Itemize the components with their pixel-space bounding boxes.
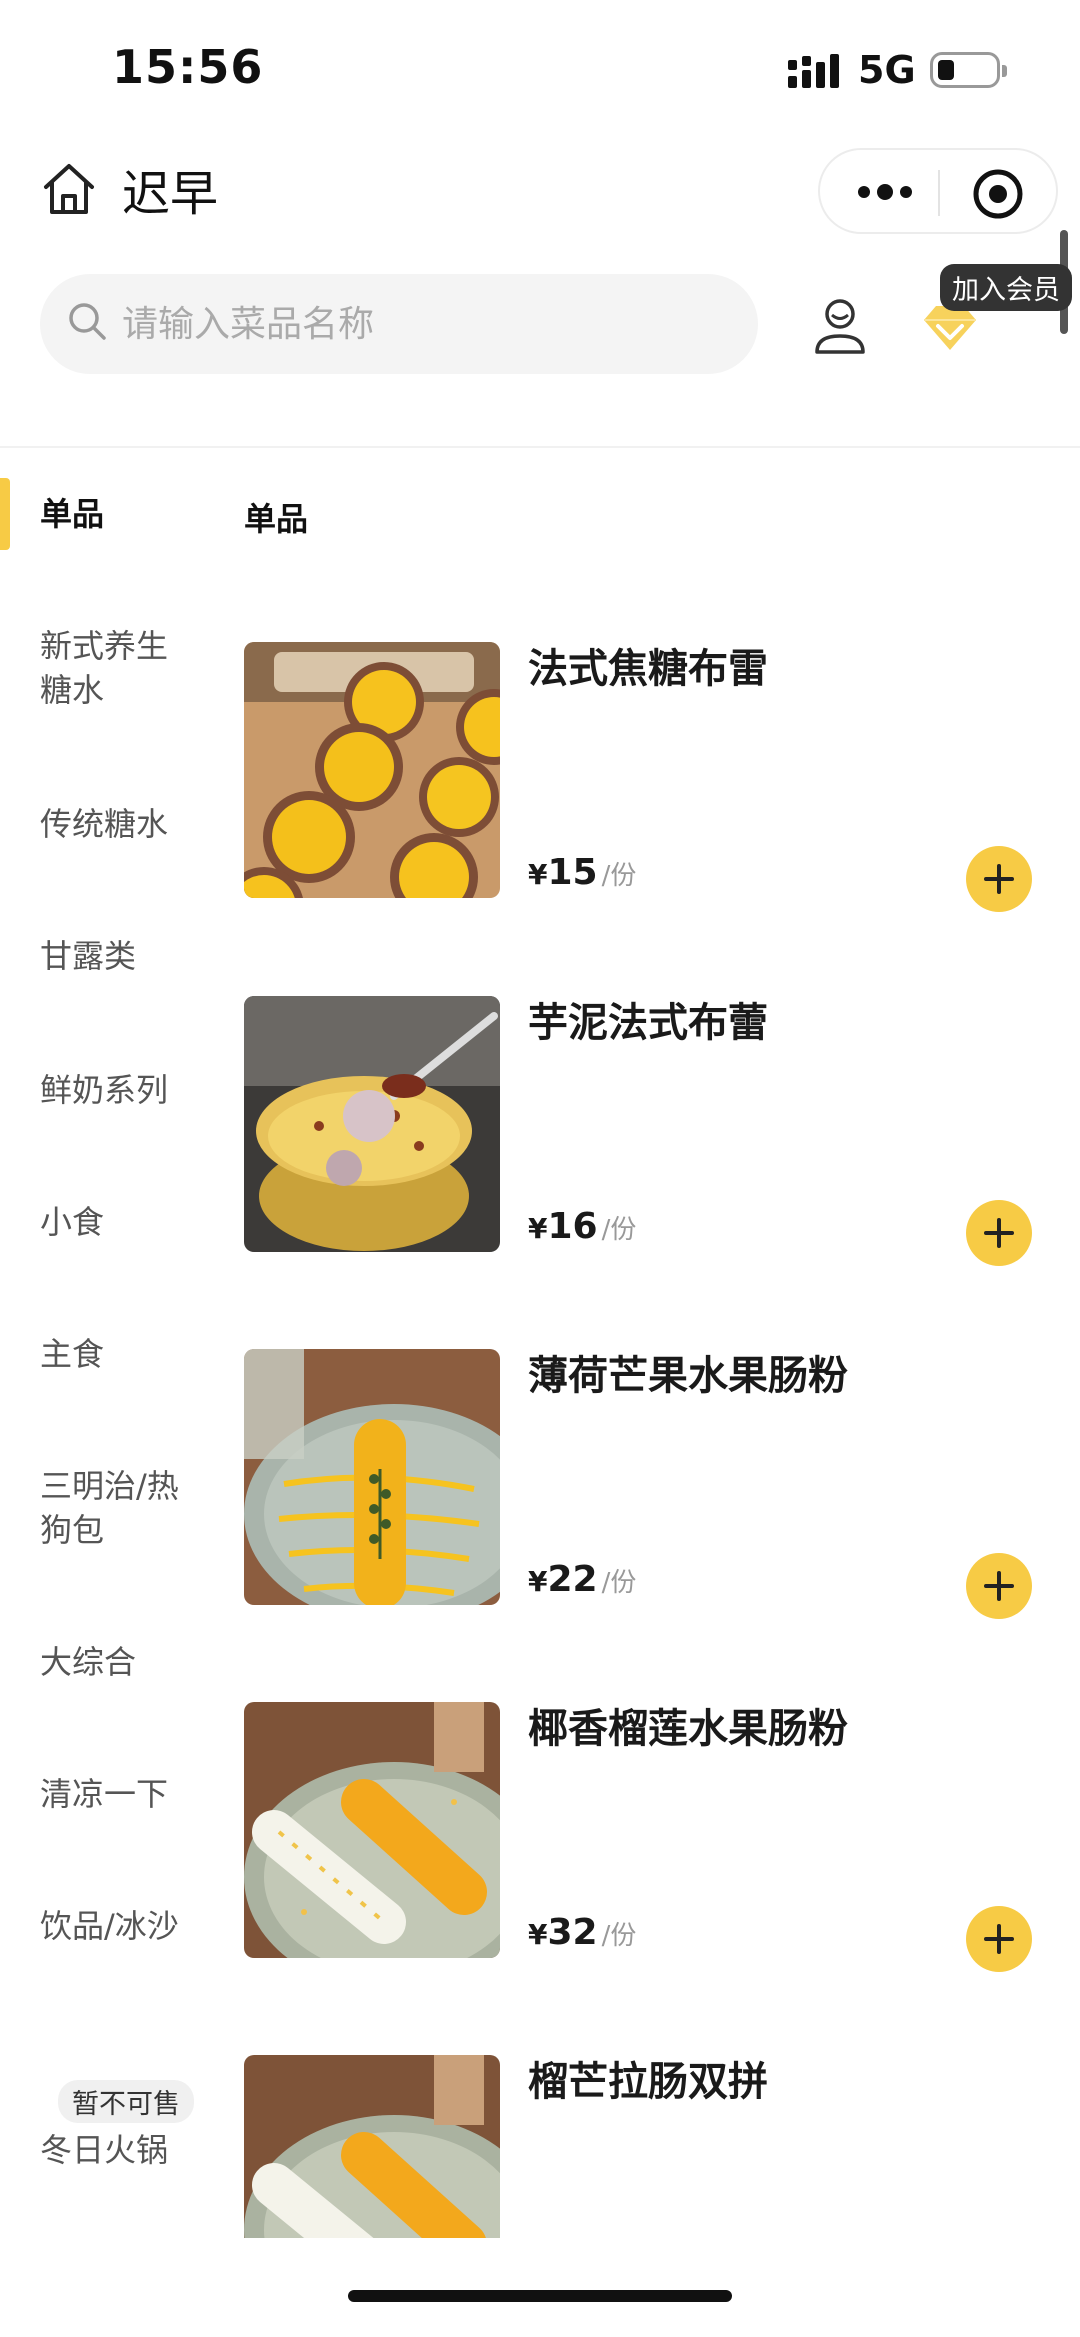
sidebar-item-cool[interactable]: 清凉一下 <box>0 1772 210 1816</box>
add-to-cart-button[interactable] <box>966 1906 1032 1972</box>
search-input[interactable] <box>122 274 722 374</box>
close-target-icon[interactable] <box>972 168 1024 220</box>
product-name: 法式焦糖布雷 <box>528 646 768 692</box>
sidebar-item-traditional-soup[interactable]: 传统糖水 <box>0 802 210 846</box>
network-label: 5G <box>858 48 916 92</box>
header: 迟早 <box>0 140 1080 260</box>
sidebar-item-hotpot[interactable]: 冬日火锅 <box>0 2128 210 2172</box>
currency-symbol: ¥ <box>528 858 548 891</box>
price-amount: 15 <box>547 852 598 893</box>
unavailable-badge: 暂不可售 <box>58 2080 194 2123</box>
product-price: ¥22/份 <box>528 1559 636 1600</box>
sidebar-item-drinks[interactable]: 饮品/冰沙 <box>0 1904 180 1948</box>
product-image <box>244 1349 500 1605</box>
section-title: 单品 <box>244 500 309 538</box>
product-card[interactable]: 薄荷芒果水果肠粉 ¥22/份 <box>244 1349 1044 1619</box>
sidebar-item-single[interactable]: 单品 <box>0 492 210 536</box>
currency-symbol: ¥ <box>528 1565 548 1598</box>
header-divider <box>0 446 1080 448</box>
status-time: 15:56 <box>112 40 264 94</box>
battery-icon <box>930 52 1007 88</box>
product-name: 薄荷芒果水果肠粉 <box>528 1353 848 1399</box>
price-unit: /份 <box>601 861 637 891</box>
signal-icon <box>788 54 839 88</box>
product-image <box>244 642 500 898</box>
mini-program-capsule <box>818 148 1058 234</box>
price-amount: 32 <box>547 1912 598 1953</box>
status-bar: 15:56 5G <box>0 0 1080 140</box>
price-unit: /份 <box>601 1215 637 1245</box>
sidebar-item-new-dessert-soup[interactable]: 新式养生糖水 <box>0 624 190 712</box>
user-icon[interactable] <box>812 296 868 356</box>
more-icon[interactable] <box>856 172 914 212</box>
product-name: 椰香榴莲水果肠粉 <box>528 1706 848 1752</box>
store-title: 迟早 <box>122 166 219 222</box>
capsule-divider <box>938 170 940 216</box>
product-name: 榴芒拉肠双拼 <box>528 2059 768 2105</box>
product-card[interactable]: 椰香榴莲水果肠粉 ¥32/份 <box>244 1702 1044 1972</box>
product-price: ¥32/份 <box>528 1912 636 1953</box>
price-unit: /份 <box>601 1568 637 1598</box>
product-price: ¥15/份 <box>528 852 636 893</box>
product-name: 芋泥法式布蕾 <box>528 1000 768 1046</box>
add-to-cart-button[interactable] <box>966 846 1032 912</box>
add-to-cart-button[interactable] <box>966 1553 1032 1619</box>
product-card[interactable]: 芋泥法式布蕾 ¥16/份 <box>244 996 1044 1266</box>
home-icon[interactable] <box>40 160 98 218</box>
product-image <box>244 1702 500 1958</box>
product-card[interactable]: 法式焦糖布雷 ¥15/份 <box>244 642 1044 912</box>
currency-symbol: ¥ <box>528 1918 548 1951</box>
sidebar-item-fresh-milk[interactable]: 鲜奶系列 <box>0 1068 210 1112</box>
price-unit: /份 <box>601 1921 637 1951</box>
bottom-safe-area <box>0 2238 1080 2337</box>
price-amount: 22 <box>547 1559 598 1600</box>
sidebar-item-staple[interactable]: 主食 <box>0 1332 210 1376</box>
price-amount: 16 <box>547 1206 598 1247</box>
product-price: ¥16/份 <box>528 1206 636 1247</box>
sidebar-item-ganlu[interactable]: 甘露类 <box>0 934 210 978</box>
currency-symbol: ¥ <box>528 1212 548 1245</box>
sidebar-item-combo[interactable]: 大综合 <box>0 1640 210 1684</box>
search-box[interactable] <box>40 274 758 374</box>
sidebar-item-sandwich[interactable]: 三明治/热狗包 <box>0 1464 180 1552</box>
sidebar-item-snacks[interactable]: 小食 <box>0 1200 210 1244</box>
join-member-badge[interactable]: 加入会员 <box>940 264 1072 311</box>
search-icon <box>69 303 106 340</box>
add-to-cart-button[interactable] <box>966 1200 1032 1266</box>
home-indicator[interactable] <box>348 2290 732 2302</box>
product-image <box>244 996 500 1252</box>
